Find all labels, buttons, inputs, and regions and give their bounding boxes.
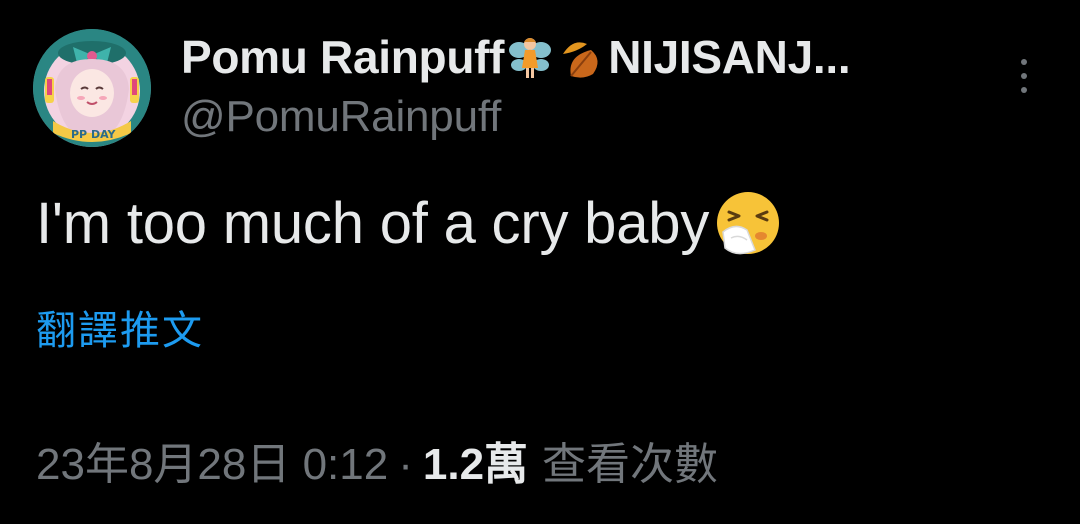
- timestamp[interactable]: 23年8月28日 0:12: [36, 428, 388, 492]
- avatar[interactable]: PP DAY: [33, 29, 151, 147]
- svg-text:PP DAY: PP DAY: [71, 128, 117, 141]
- fairy-emoji-icon: [509, 38, 552, 78]
- display-name[interactable]: Pomu Rainpuff NIJISANJ...: [181, 28, 851, 86]
- tweet-header: Pomu Rainpuff NIJISANJ... @PomuRainpuff: [181, 28, 851, 142]
- meta-separator: ·: [398, 440, 413, 489]
- translate-tweet-link[interactable]: 翻譯推文: [36, 298, 204, 356]
- views-count[interactable]: 1.2萬: [423, 428, 528, 492]
- more-dot-icon: [1021, 73, 1027, 79]
- sneezing-face-emoji-icon: [717, 192, 780, 255]
- tweet: PP DAY Pomu Rainpuff NIJISANJ... @PomuRa…: [0, 0, 1080, 524]
- views-label: 查看次數: [542, 440, 719, 489]
- fallen-leaf-emoji-icon: [563, 42, 598, 78]
- display-name-suffix: NIJISANJ...: [608, 31, 851, 83]
- tweet-meta: 23年8月28日 0:12 · 1.2萬 查看次數: [36, 428, 718, 492]
- tweet-text-content: I'm too much of a cry baby: [36, 190, 710, 256]
- more-options-button[interactable]: [1006, 56, 1042, 96]
- display-name-text: Pomu Rainpuff: [181, 31, 505, 83]
- tweet-text: I'm too much of a cry baby: [36, 188, 783, 258]
- more-dot-icon: [1021, 87, 1027, 93]
- more-dot-icon: [1021, 59, 1027, 65]
- user-handle[interactable]: @PomuRainpuff: [181, 92, 850, 142]
- avatar-image: PP DAY: [33, 29, 151, 147]
